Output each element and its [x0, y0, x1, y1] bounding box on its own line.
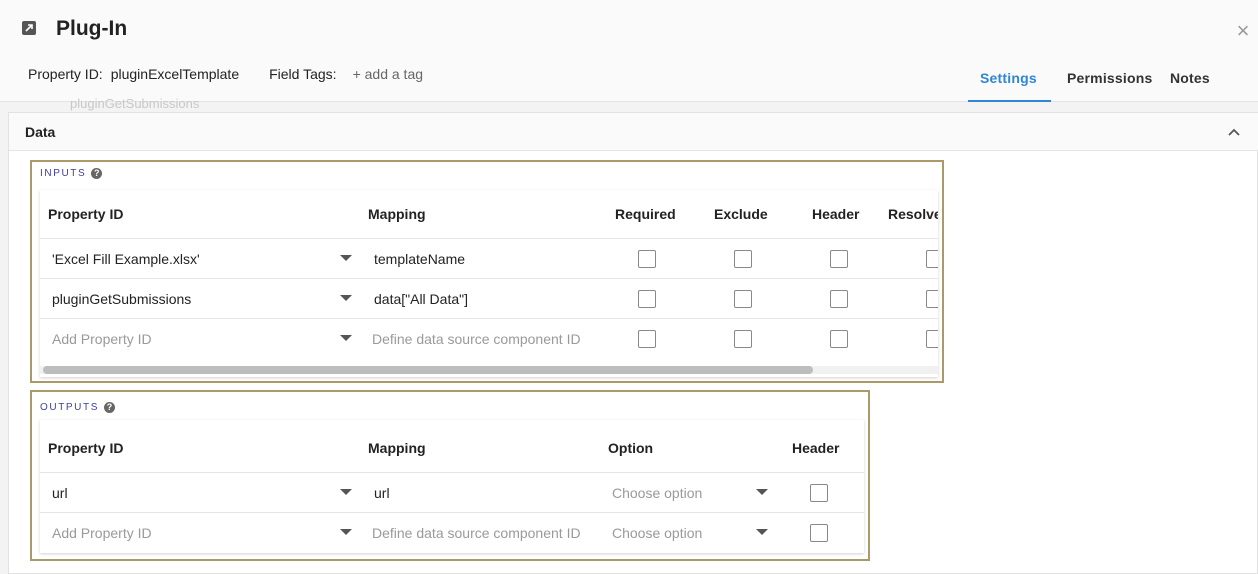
- column-header-property-id: Property ID: [48, 440, 124, 456]
- property-info-row: Property ID: pluginExcelTemplate Field T…: [28, 66, 423, 82]
- outputs-label: OUTPUTS ?: [40, 402, 115, 413]
- mapping-input[interactable]: Define data source component ID: [372, 331, 581, 347]
- row-divider: [40, 278, 938, 279]
- column-header-option: Option: [608, 440, 654, 456]
- property-id-select[interactable]: url: [52, 485, 68, 501]
- scrollbar-thumb[interactable]: [43, 366, 813, 374]
- add-tag-link[interactable]: + add a tag: [353, 66, 423, 82]
- dropdown-caret-icon[interactable]: [340, 489, 352, 495]
- outputs-table: Property ID Mapping Option Header url ur…: [40, 420, 864, 553]
- chevron-up-icon[interactable]: [1227, 125, 1241, 139]
- inputs-table: Property ID Mapping Required Exclude Hea…: [40, 190, 938, 377]
- tab-bar: Settings Permissions Notes: [968, 56, 1226, 102]
- header-checkbox[interactable]: [830, 250, 848, 268]
- property-id-select[interactable]: 'Excel Fill Example.xlsx': [52, 251, 200, 267]
- inputs-label-text: INPUTS: [40, 168, 87, 179]
- header-checkbox[interactable]: [810, 524, 828, 542]
- row-divider: [40, 472, 864, 473]
- section-title: Data: [25, 124, 56, 140]
- tab-permissions[interactable]: Permissions: [1051, 56, 1156, 102]
- required-checkbox[interactable]: [638, 330, 656, 348]
- row-divider: [40, 238, 938, 239]
- column-header-mapping: Mapping: [368, 206, 426, 222]
- column-header-header: Header: [792, 440, 840, 456]
- column-header-header: Header: [812, 206, 860, 222]
- exclude-checkbox[interactable]: [734, 290, 752, 308]
- property-id-select[interactable]: pluginGetSubmissions: [52, 291, 191, 307]
- tab-notes[interactable]: Notes: [1156, 56, 1226, 102]
- required-checkbox[interactable]: [638, 250, 656, 268]
- modal-header: Plug-In × Property ID: pluginExcelTempla…: [0, 0, 1258, 102]
- add-property-id-select[interactable]: Add Property ID: [52, 331, 152, 347]
- inputs-label: INPUTS ?: [40, 168, 103, 179]
- column-header-mapping: Mapping: [368, 440, 426, 456]
- row-divider: [40, 512, 864, 513]
- resolve-checkbox[interactable]: [926, 330, 938, 348]
- mapping-input[interactable]: templateName: [374, 251, 465, 267]
- resolve-checkbox[interactable]: [926, 290, 938, 308]
- exclude-checkbox[interactable]: [734, 330, 752, 348]
- property-id-value[interactable]: pluginExcelTemplate: [111, 66, 239, 82]
- dropdown-caret-icon[interactable]: [756, 489, 768, 495]
- mapping-input[interactable]: Define data source component ID: [372, 525, 581, 541]
- page-title: Plug-In: [56, 17, 128, 40]
- field-tags-label: Field Tags:: [269, 66, 337, 82]
- data-panel-header[interactable]: Data: [9, 113, 1258, 151]
- outputs-box: OUTPUTS ? Property ID Mapping Option Hea…: [30, 390, 870, 561]
- dropdown-caret-icon[interactable]: [340, 335, 352, 341]
- column-header-exclude: Exclude: [714, 206, 768, 222]
- inputs-box: INPUTS ? Property ID Mapping Required Ex…: [30, 160, 944, 383]
- background-ghost-text: pluginGetSubmissions: [70, 96, 200, 111]
- resolve-checkbox[interactable]: [926, 250, 938, 268]
- option-select[interactable]: Choose option: [612, 485, 702, 501]
- property-id-label: Property ID:: [28, 66, 103, 82]
- header-checkbox[interactable]: [830, 330, 848, 348]
- tab-settings[interactable]: Settings: [968, 56, 1051, 102]
- dropdown-caret-icon[interactable]: [340, 529, 352, 535]
- outputs-label-text: OUTPUTS: [40, 402, 99, 413]
- column-header-required: Required: [615, 206, 676, 222]
- horizontal-scrollbar[interactable]: [40, 366, 938, 374]
- exclude-checkbox[interactable]: [734, 250, 752, 268]
- mapping-input[interactable]: data["All Data"]: [374, 291, 468, 307]
- add-property-id-select[interactable]: Add Property ID: [52, 525, 152, 541]
- header-checkbox[interactable]: [810, 484, 828, 502]
- row-divider: [40, 318, 938, 319]
- dropdown-caret-icon[interactable]: [340, 255, 352, 261]
- dropdown-caret-icon[interactable]: [756, 529, 768, 535]
- header-checkbox[interactable]: [830, 290, 848, 308]
- column-header-property-id: Property ID: [48, 206, 124, 222]
- dropdown-caret-icon[interactable]: [340, 295, 352, 301]
- close-icon[interactable]: ×: [1234, 20, 1252, 42]
- required-checkbox[interactable]: [638, 290, 656, 308]
- mapping-input[interactable]: url: [374, 485, 390, 501]
- column-header-resolve: Resolve: [888, 206, 938, 222]
- help-icon[interactable]: ?: [91, 168, 103, 179]
- help-icon[interactable]: ?: [103, 402, 115, 413]
- plugin-icon: [22, 21, 36, 35]
- option-select[interactable]: Choose option: [612, 525, 702, 541]
